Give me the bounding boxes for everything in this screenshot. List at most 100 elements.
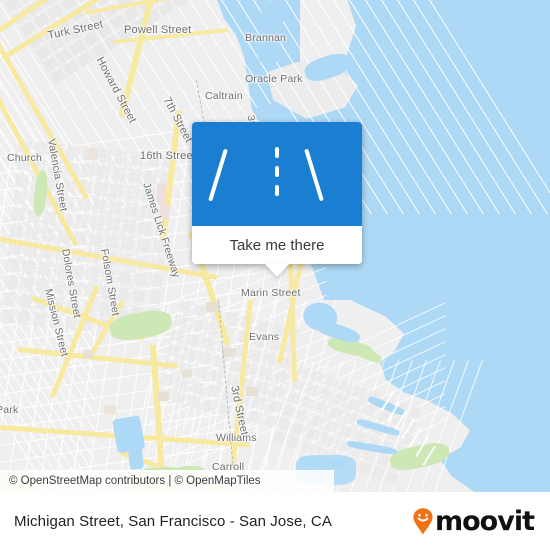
map-feature (121, 236, 135, 251)
map-feature (53, 263, 68, 278)
map-feature (126, 185, 140, 200)
map-feature (140, 204, 154, 219)
map-feature (182, 370, 192, 378)
map-feature (76, 197, 91, 212)
map-feature (356, 0, 516, 215)
map-feature (105, 234, 119, 249)
map-feature (122, 219, 137, 234)
attribution-text: © OpenStreetMap contributors | © OpenMap… (9, 475, 261, 487)
map-feature (110, 183, 124, 199)
map-feature (15, 173, 29, 188)
map-feature (2, 292, 16, 307)
map-feature (48, 314, 62, 329)
map-feature (41, 227, 55, 243)
map-feature (117, 270, 131, 285)
map-feature (372, 0, 532, 215)
map-feature (16, 310, 31, 325)
map-feature (22, 260, 36, 275)
footer-bar: Michigan Street, San Francisco - San Jos… (0, 492, 550, 550)
map-feature (4, 275, 18, 290)
map-feature (69, 265, 84, 280)
map-feature (36, 278, 50, 293)
map-feature (86, 148, 98, 160)
map-feature (149, 273, 163, 288)
map-feature (0, 309, 15, 324)
map-feature (43, 210, 57, 226)
popup-icon-panel (192, 122, 362, 226)
map-feature (147, 290, 161, 305)
map-feature (107, 217, 121, 232)
map-feature (18, 293, 32, 309)
map-feature (137, 237, 151, 253)
map-feature (6, 258, 20, 273)
map-feature (145, 153, 160, 168)
location-title: Michigan Street, San Francisco - San Jos… (14, 512, 332, 530)
map-feature (128, 448, 145, 470)
popup-pointer-tail (264, 263, 290, 277)
map-feature (34, 141, 48, 156)
map-feature (133, 271, 147, 286)
map-feature (98, 302, 112, 317)
map-feature (157, 183, 166, 205)
map-feature (246, 387, 258, 396)
map-feature (160, 205, 169, 219)
map-feature (112, 166, 126, 182)
map-feature (91, 215, 105, 231)
map-feature (138, 221, 153, 236)
map-feature (128, 168, 142, 183)
map-feature (99, 285, 114, 300)
map-feature (61, 195, 75, 210)
take-me-there-label: Take me there (229, 236, 325, 254)
map-feature (115, 286, 130, 302)
map-feature (83, 350, 93, 358)
moovit-pin-smiley-icon (412, 507, 434, 535)
map-feature (25, 226, 39, 241)
map-feature (94, 182, 108, 197)
map-feature (85, 266, 100, 281)
map-feature (152, 239, 167, 254)
map-feature (32, 312, 46, 327)
map-feature (38, 261, 52, 276)
road-icon-right-edge (304, 148, 324, 202)
map-feature (256, 104, 286, 122)
road-icon-center-dash-1 (275, 147, 279, 158)
map-feature (144, 170, 158, 185)
map-feature (101, 268, 115, 283)
map-feature (130, 151, 144, 166)
map-feature (340, 0, 500, 215)
map-feature (68, 281, 82, 297)
road-icon-center-dash-3 (275, 185, 279, 196)
map-feature (124, 202, 138, 217)
moovit-logo[interactable]: moovit (412, 505, 535, 537)
map-feature (80, 163, 94, 178)
destination-popup-card[interactable]: Take me there (192, 122, 362, 277)
map-feature (142, 187, 156, 202)
map-feature (52, 280, 66, 295)
map-feature (131, 288, 146, 303)
map-feature (114, 150, 128, 165)
map-feature (13, 190, 27, 205)
map-feature (66, 145, 80, 160)
map-feature (112, 415, 146, 454)
map-feature (104, 405, 116, 414)
map-feature (20, 276, 34, 292)
map-feature (222, 348, 236, 357)
road-icon-left-edge (208, 148, 228, 202)
map-feature (92, 199, 107, 214)
map-screen: Turk Street Powell Street Brannan Howard St… (0, 0, 550, 550)
moovit-wordmark: moovit (435, 505, 535, 537)
map-attribution: © OpenStreetMap contributors | © OpenMap… (0, 470, 334, 492)
road-icon-center-dash-2 (275, 166, 279, 177)
map-feature (89, 232, 103, 248)
map-feature (11, 207, 25, 222)
map-feature (108, 200, 123, 215)
take-me-there-button[interactable]: Take me there (192, 226, 362, 264)
map-feature (98, 148, 112, 163)
map-canvas[interactable]: Turk Street Powell Street Brannan Howard St… (0, 0, 550, 492)
map-feature (9, 224, 24, 239)
map-feature (96, 165, 110, 180)
map-feature (75, 214, 89, 229)
map-feature (157, 392, 169, 401)
map-feature (48, 160, 62, 175)
map-feature (388, 0, 548, 215)
